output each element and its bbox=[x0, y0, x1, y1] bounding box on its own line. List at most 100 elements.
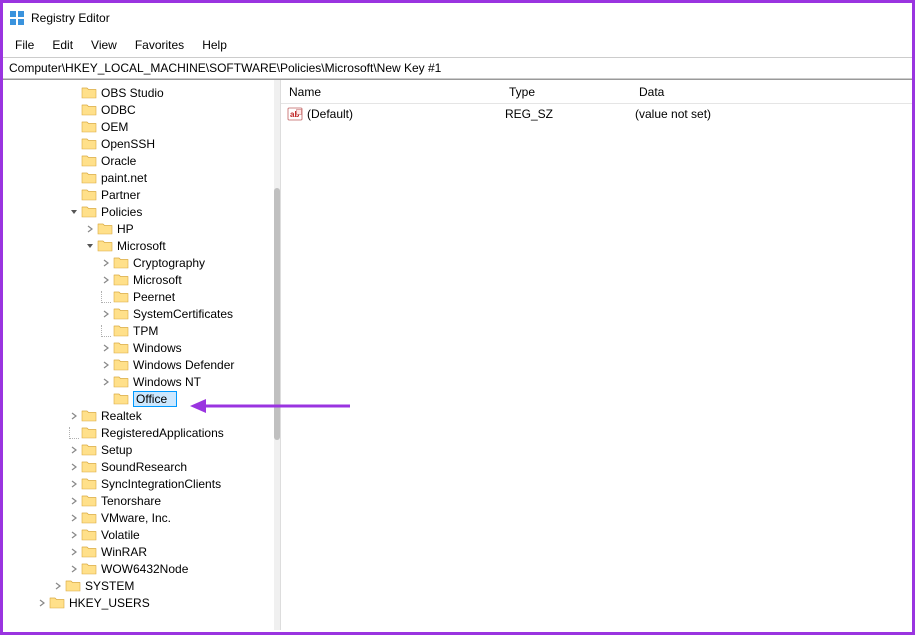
tree-item[interactable]: Windows NT bbox=[3, 373, 280, 390]
tree-item[interactable]: SyncIntegrationClients bbox=[3, 475, 280, 492]
chevron-right-icon[interactable] bbox=[99, 256, 113, 270]
tree-item[interactable]: Oracle bbox=[3, 152, 280, 169]
tree-item[interactable]: VMware, Inc. bbox=[3, 509, 280, 526]
tree-item-label: paint.net bbox=[101, 171, 147, 185]
tree-item-label: VMware, Inc. bbox=[101, 511, 171, 525]
rename-input[interactable] bbox=[133, 391, 177, 407]
chevron-right-icon[interactable] bbox=[67, 494, 81, 508]
tree-item[interactable]: Partner bbox=[3, 186, 280, 203]
chevron-down-icon[interactable] bbox=[67, 205, 81, 219]
folder-icon bbox=[113, 324, 129, 337]
chevron-right-icon[interactable] bbox=[99, 358, 113, 372]
menu-help[interactable]: Help bbox=[194, 35, 235, 55]
chevron-right-icon[interactable] bbox=[35, 596, 49, 610]
tree-item[interactable]: ODBC bbox=[3, 101, 280, 118]
tree-item-label: Windows Defender bbox=[133, 358, 234, 372]
tree-item-label: Policies bbox=[101, 205, 142, 219]
tree-item[interactable]: paint.net bbox=[3, 169, 280, 186]
chevron-right-icon[interactable] bbox=[67, 477, 81, 491]
tree-item-label: Cryptography bbox=[133, 256, 205, 270]
string-value-icon bbox=[287, 106, 303, 122]
folder-icon bbox=[113, 273, 129, 286]
tree-scrollbar[interactable] bbox=[274, 80, 280, 630]
tree-item[interactable]: Tenorshare bbox=[3, 492, 280, 509]
tree-item[interactable]: Setup bbox=[3, 441, 280, 458]
folder-icon bbox=[81, 409, 97, 422]
tree-item-label: OpenSSH bbox=[101, 137, 155, 151]
folder-icon bbox=[81, 137, 97, 150]
tree-item[interactable]: SYSTEM bbox=[3, 577, 280, 594]
tree-item-label: Windows NT bbox=[133, 375, 201, 389]
tree-item[interactable]: Windows bbox=[3, 339, 280, 356]
menu-edit[interactable]: Edit bbox=[44, 35, 81, 55]
registry-tree[interactable]: OBS StudioODBCOEMOpenSSHOraclepaint.netP… bbox=[3, 84, 280, 611]
folder-icon bbox=[81, 205, 97, 218]
chevron-right-icon[interactable] bbox=[67, 443, 81, 457]
chevron-right-icon[interactable] bbox=[99, 341, 113, 355]
column-data[interactable]: Data bbox=[631, 81, 912, 103]
tree-item[interactable]: TPM bbox=[3, 322, 280, 339]
chevron-right-icon[interactable] bbox=[67, 460, 81, 474]
chevron-right-icon[interactable] bbox=[67, 545, 81, 559]
column-name[interactable]: Name bbox=[281, 81, 501, 103]
tree-item[interactable]: HP bbox=[3, 220, 280, 237]
menubar: File Edit View Favorites Help bbox=[3, 33, 912, 57]
chevron-right-icon[interactable] bbox=[99, 307, 113, 321]
value-row[interactable]: (Default)REG_SZ(value not set) bbox=[281, 104, 912, 124]
chevron-right-icon[interactable] bbox=[67, 511, 81, 525]
folder-icon bbox=[65, 579, 81, 592]
chevron-right-icon[interactable] bbox=[51, 579, 65, 593]
tree-item[interactable]: OBS Studio bbox=[3, 84, 280, 101]
folder-icon bbox=[81, 477, 97, 490]
tree-connector bbox=[67, 427, 81, 439]
tree-item[interactable]: RegisteredApplications bbox=[3, 424, 280, 441]
tree-item[interactable]: WOW6432Node bbox=[3, 560, 280, 577]
tree-item-label: SYSTEM bbox=[85, 579, 134, 593]
chevron-right-icon[interactable] bbox=[83, 222, 97, 236]
chevron-right-icon[interactable] bbox=[99, 375, 113, 389]
folder-icon bbox=[81, 171, 97, 184]
tree-item-label: Volatile bbox=[101, 528, 140, 542]
tree-item-label: OEM bbox=[101, 120, 128, 134]
folder-icon bbox=[81, 154, 97, 167]
tree-item[interactable]: HKEY_USERS bbox=[3, 594, 280, 611]
tree-item[interactable]: Cryptography bbox=[3, 254, 280, 271]
tree-item[interactable]: Peernet bbox=[3, 288, 280, 305]
tree-item-label: TPM bbox=[133, 324, 158, 338]
tree-item[interactable] bbox=[3, 390, 280, 407]
tree-item-label: Microsoft bbox=[133, 273, 182, 287]
tree-item-label: Oracle bbox=[101, 154, 136, 168]
tree-item-label: SyncIntegrationClients bbox=[101, 477, 221, 491]
folder-icon bbox=[81, 443, 97, 456]
menu-view[interactable]: View bbox=[83, 35, 125, 55]
tree-item[interactable]: Volatile bbox=[3, 526, 280, 543]
tree-scroll-thumb[interactable] bbox=[274, 188, 280, 440]
chevron-down-icon[interactable] bbox=[83, 239, 97, 253]
tree-item[interactable]: SoundResearch bbox=[3, 458, 280, 475]
menu-favorites[interactable]: Favorites bbox=[127, 35, 192, 55]
address-bar[interactable]: Computer\HKEY_LOCAL_MACHINE\SOFTWARE\Pol… bbox=[3, 57, 912, 79]
tree-item[interactable]: Microsoft bbox=[3, 237, 280, 254]
tree-item[interactable]: WinRAR bbox=[3, 543, 280, 560]
values-panel: Name Type Data (Default)REG_SZ(value not… bbox=[281, 80, 912, 630]
tree-item[interactable]: OpenSSH bbox=[3, 135, 280, 152]
tree-item-label: HKEY_USERS bbox=[69, 596, 150, 610]
tree-item[interactable]: Policies bbox=[3, 203, 280, 220]
tree-item-label: HP bbox=[117, 222, 134, 236]
tree-item[interactable]: SystemCertificates bbox=[3, 305, 280, 322]
tree-item[interactable]: Realtek bbox=[3, 407, 280, 424]
folder-icon bbox=[81, 103, 97, 116]
tree-panel: OBS StudioODBCOEMOpenSSHOraclepaint.netP… bbox=[3, 80, 281, 630]
chevron-right-icon[interactable] bbox=[67, 409, 81, 423]
tree-item[interactable]: OEM bbox=[3, 118, 280, 135]
tree-item[interactable]: Microsoft bbox=[3, 271, 280, 288]
folder-icon bbox=[97, 239, 113, 252]
menu-file[interactable]: File bbox=[7, 35, 42, 55]
chevron-right-icon[interactable] bbox=[99, 273, 113, 287]
folder-icon bbox=[81, 188, 97, 201]
folder-icon bbox=[97, 222, 113, 235]
chevron-right-icon[interactable] bbox=[67, 562, 81, 576]
column-type[interactable]: Type bbox=[501, 81, 631, 103]
chevron-right-icon[interactable] bbox=[67, 528, 81, 542]
tree-item[interactable]: Windows Defender bbox=[3, 356, 280, 373]
